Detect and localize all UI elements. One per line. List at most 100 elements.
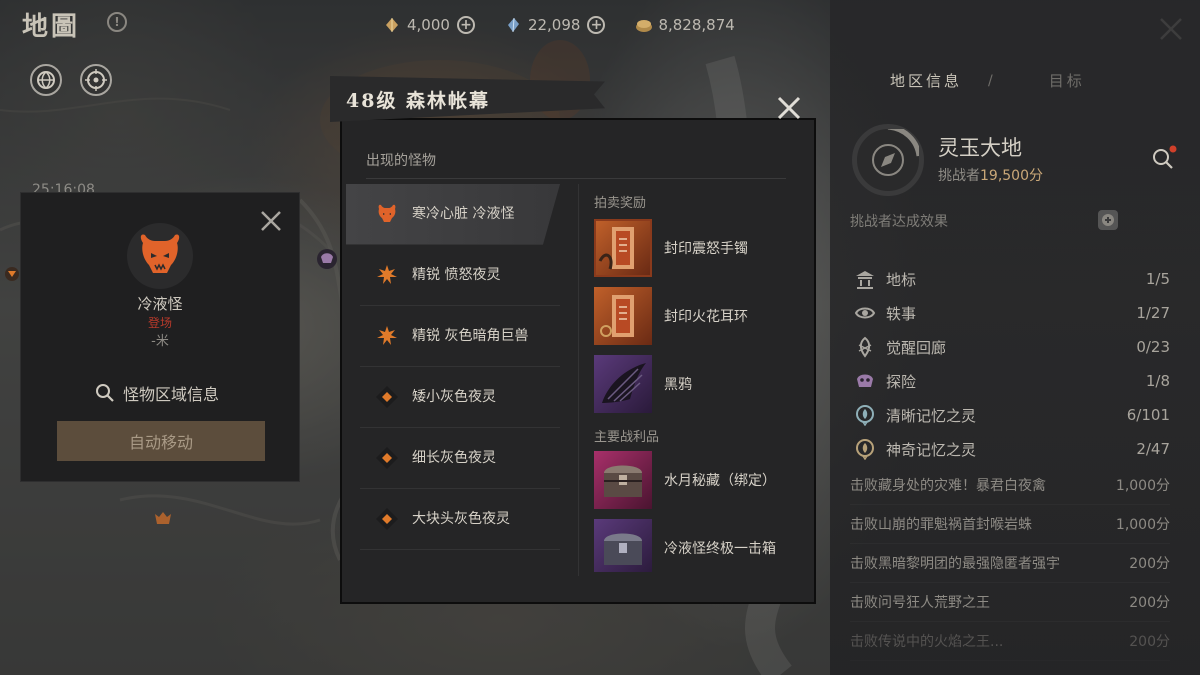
main-loot-title: 主要战利品 [594,430,660,445]
task-label: 击败藏身处的灾难！暴君白夜禽 [850,478,1046,494]
add-gold-shard-button[interactable]: + [456,16,475,34]
challenger-score-value: 19,500分 [980,168,1043,184]
stat-row-awakening[interactable]: 觉醒回廊 0/23 [854,330,1170,364]
stat-row-explore[interactable]: 探险 1/8 [854,364,1170,398]
map-title: 地圖 [22,12,81,42]
currency-blue-shard-value: 22,098 [527,16,581,34]
reward-item[interactable]: 封印火花耳环 [594,282,804,350]
task-label: 击败传说中的火焰之王... [850,634,1004,650]
coin-bag-icon [635,17,653,33]
currency-coin-value: 8,828,874 [658,16,735,34]
blue-shard-icon [505,17,521,33]
monster-avatar [127,223,193,289]
normal-diamond-icon [374,506,400,532]
monster-label: 精锐 愤怒夜灵 [412,266,501,283]
currency-gold-shard-value: 4,000 [407,16,450,34]
map-locate-button[interactable] [80,64,112,96]
stat-row-clear-memory[interactable]: 清晰记忆之灵 6/101 [854,398,1170,432]
stat-value: 6/101 [1126,406,1170,424]
stat-label: 探险 [886,372,917,391]
reward-label: 封印火花耳环 [664,309,748,325]
sealed-bracelet-icon [594,219,652,277]
monster-item[interactable]: 精锐 愤怒夜灵 [360,245,560,306]
currency-gold-shard: 4,000 + [384,16,475,34]
monster-region-info-link[interactable]: 怪物区域信息 [95,381,219,405]
task-points: 1,000分 [1115,517,1170,533]
auto-move-button[interactable]: 自动移动 [57,421,265,461]
demon-head-icon [140,234,180,273]
close-icon [261,211,281,231]
monster-list: 寒冷心脏 冷液怪 精锐 愤怒夜灵 精锐 灰色暗角巨兽 矮小灰色夜灵 细长灰色夜灵 [346,184,560,550]
field-boss-dialog: 出现的怪物 寒冷心脏 冷液怪 精锐 愤怒夜灵 精锐 灰色暗角巨兽 矮小灰色夜灵 [340,118,816,604]
task-row[interactable]: 击败传说中的火焰之王... 200分 [850,622,1170,661]
globe-icon [37,71,55,89]
stat-label: 觉醒回廊 [886,338,947,357]
task-row[interactable]: 击败问号狂人荒野之王 200分 [850,583,1170,622]
stat-value: 1/5 [1145,270,1170,288]
compass-icon [872,124,922,176]
monster-label: 矮小灰色夜灵 [412,388,496,405]
task-row[interactable]: 击败黑暗黎明团的最强隐匿者强宇 200分 [850,544,1170,583]
explore-icon [854,370,876,392]
normal-diamond-icon [374,384,400,410]
region-progress-ring [852,124,924,196]
monster-distance: -米 [151,334,169,349]
map-monster-marker-icon[interactable] [4,266,20,282]
loot-item[interactable]: 水月秘藏（绑定） [594,446,804,514]
stat-value: 0/23 [1136,338,1170,356]
add-blue-shard-button[interactable]: + [587,16,606,34]
tab-goals[interactable]: 目标 [1049,70,1085,91]
rewards-panel: 拍卖奖励 封印震怒手镯 封印火花耳环 黑鸦 主要战利品 水月秘藏（绑定） 冷液怪… [594,192,804,572]
purple-chest-icon [594,519,652,572]
currency-bar: 4,000 + 22,098 + 8,828,874 [384,16,735,34]
tab-region-info[interactable]: 地区信息 [890,70,962,91]
currency-coin: 8,828,874 [635,16,735,34]
task-points: 1,000分 [1115,478,1170,494]
region-info-panel: 地区信息 / 目标 灵玉大地 挑战者19,500分 挑战者达成效果 地标 1/5… [830,0,1200,675]
search-icon [1153,145,1177,169]
region-search-button[interactable] [1148,144,1178,174]
loot-item[interactable]: 冷液怪终极一击箱 [594,514,804,572]
target-icon [85,69,107,91]
monster-item[interactable]: 寒冷心脏 冷液怪 [346,184,560,245]
map-explore-marker-icon[interactable] [316,248,338,270]
reward-item[interactable]: 封印震怒手镯 [594,214,804,282]
stat-value: 2/47 [1136,440,1170,458]
monster-info-card: 冷液怪 登场 -米 怪物区域信息 自动移动 [20,192,300,482]
monster-item[interactable]: 精锐 灰色暗角巨兽 [360,306,560,367]
reward-item[interactable]: 黑鸦 [594,350,804,418]
task-row[interactable]: 击败藏身处的灾难！暴君白夜禽 1,000分 [850,466,1170,505]
region-task-list: 击败藏身处的灾难！暴君白夜禽 1,000分 击败山崩的罪魁祸首封喉岩蛛 1,00… [850,466,1170,661]
stat-row-strange-memory[interactable]: 神奇记忆之灵 2/47 [854,432,1170,466]
task-label: 击败问号狂人荒野之王 [850,595,990,611]
search-icon [96,384,114,402]
elite-burst-icon [374,262,400,288]
anecdote-icon [854,302,876,324]
normal-diamond-icon [374,445,400,471]
task-row[interactable]: 击败山崩的罪魁祸首封喉岩蛛 1,000分 [850,505,1170,544]
stat-row-landmark[interactable]: 地标 1/5 [854,262,1170,296]
monster-label: 寒冷心脏 冷液怪 [412,205,515,222]
stat-row-anecdote[interactable]: 轶事 1/27 [854,296,1170,330]
task-label: 击败黑暗黎明团的最强隐匿者强宇 [850,556,1060,572]
close-dialog-button[interactable] [775,94,803,122]
monster-item[interactable]: 大块头灰色夜灵 [360,489,560,550]
map-filter-button[interactable] [30,64,62,96]
stat-label: 清晰记忆之灵 [886,406,977,425]
task-points: 200分 [1129,556,1170,572]
monster-item[interactable]: 矮小灰色夜灵 [360,367,560,428]
monster-status: 登场 [147,316,172,330]
info-icon[interactable]: ! [107,12,127,32]
monster-item[interactable]: 细长灰色夜灵 [360,428,560,489]
treasure-chest-icon [594,451,652,509]
map-tools [30,64,112,96]
map-boss-marker-icon[interactable] [152,508,174,530]
expand-icon [1102,214,1114,226]
challenger-effect-button[interactable] [1098,210,1118,230]
column-divider [578,184,579,576]
task-points: 200分 [1129,634,1170,650]
auction-rewards-title: 拍卖奖励 [594,196,647,211]
close-monster-card-button[interactable] [259,209,283,233]
reward-label: 封印震怒手镯 [664,241,748,257]
monster-label: 大块头灰色夜灵 [412,510,510,527]
